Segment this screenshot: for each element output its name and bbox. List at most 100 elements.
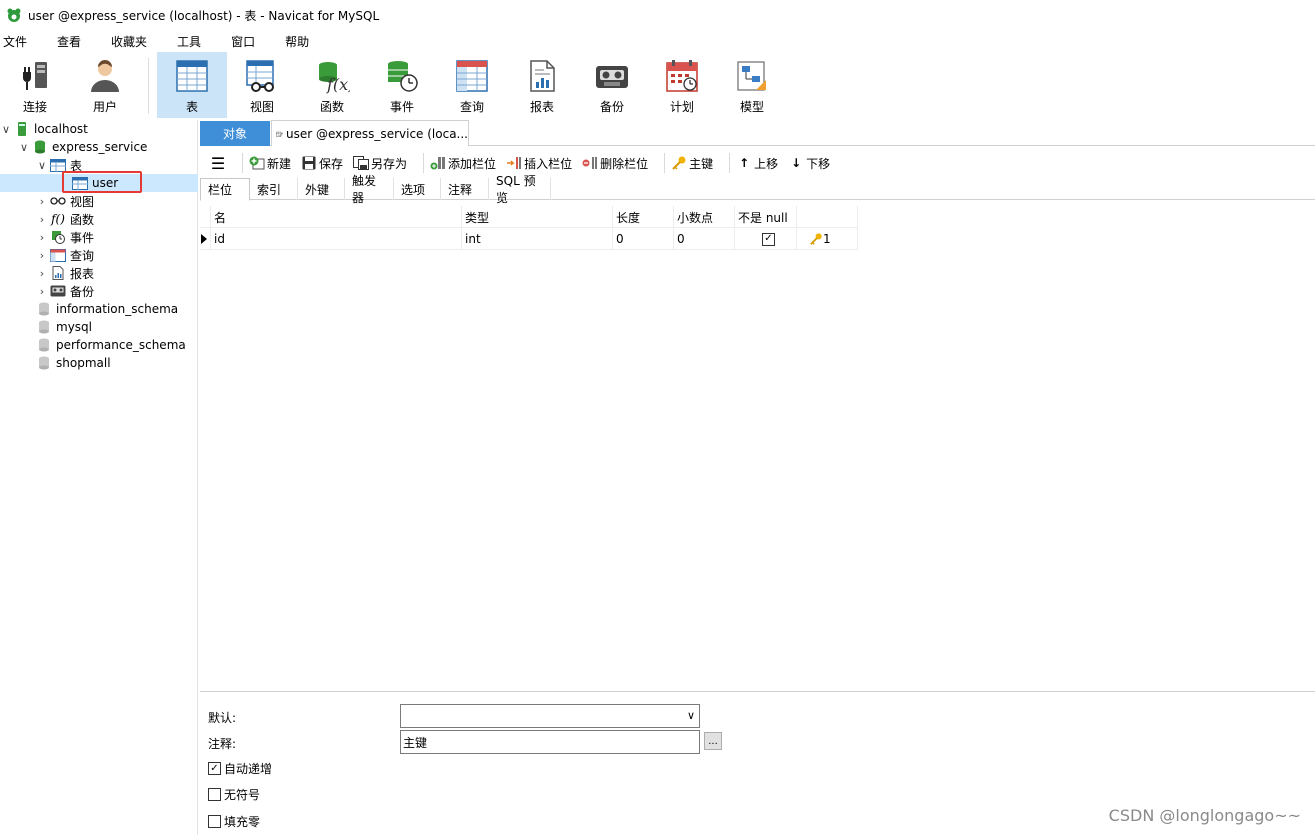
tree-item-mysql[interactable]: mysql: [0, 318, 198, 336]
backup-icon: [596, 66, 628, 88]
header-key[interactable]: [797, 206, 858, 228]
arrow-down-icon: ↓: [791, 156, 802, 170]
table-button[interactable]: 表: [157, 52, 227, 118]
tree-label-views: 视图: [70, 194, 95, 209]
header-type[interactable]: 类型: [462, 206, 613, 228]
highlight-box: [62, 171, 142, 193]
tree-item-information-schema[interactable]: information_schema: [0, 300, 198, 318]
chevron-down-icon[interactable]: ∨: [36, 159, 48, 172]
grid-header-row: 名 类型 长度 小数点 不是 null: [200, 206, 858, 228]
primary-key-button[interactable]: 主键: [671, 155, 713, 172]
event-button[interactable]: 事件: [367, 52, 437, 118]
model-label: 模型: [739, 100, 764, 114]
save-button[interactable]: 保存: [301, 155, 343, 172]
cell-type[interactable]: int: [462, 228, 613, 250]
tab-fields[interactable]: 栏位: [200, 178, 250, 201]
cell-key[interactable]: 1: [797, 228, 858, 250]
chevron-right-icon[interactable]: ›: [36, 285, 48, 298]
save-as-button[interactable]: 另存为: [353, 155, 407, 172]
function-icon: f(): [51, 212, 65, 226]
delete-field-button[interactable]: 删除栏位: [582, 155, 648, 172]
new-button[interactable]: 新建: [249, 155, 291, 172]
header-length[interactable]: 长度: [613, 206, 674, 228]
header-name[interactable]: 名: [211, 206, 462, 228]
menu-file[interactable]: 文件: [0, 33, 39, 50]
cell-not-null[interactable]: ✓: [735, 228, 797, 250]
fields-grid: 名 类型 长度 小数点 不是 null id int 0 0 ✓ 1: [200, 206, 858, 250]
default-select[interactable]: ∨: [400, 704, 700, 728]
tab-options[interactable]: 选项: [394, 178, 441, 200]
unsigned-checkbox[interactable]: [208, 788, 221, 801]
tab-comments[interactable]: 注释: [441, 178, 489, 200]
add-field-button[interactable]: 添加栏位: [430, 155, 496, 172]
menu-tools[interactable]: 工具: [173, 33, 213, 50]
unsigned-option[interactable]: 无符号: [208, 786, 260, 803]
tab-objects[interactable]: 对象: [200, 121, 270, 146]
schedule-button[interactable]: 计划: [647, 52, 717, 118]
chevron-down-icon[interactable]: ∨: [18, 141, 30, 154]
tab-user-design[interactable]: user @express_service (loca...: [271, 120, 469, 146]
chevron-right-icon[interactable]: ›: [36, 267, 48, 280]
not-null-checkbox[interactable]: ✓: [762, 232, 775, 246]
move-up-button[interactable]: ↑ 上移: [736, 155, 778, 172]
header-not-null[interactable]: 不是 null: [735, 206, 797, 228]
comment-input[interactable]: 主键: [400, 730, 700, 754]
key-icon: [810, 233, 822, 245]
model-button[interactable]: 模型: [717, 52, 787, 118]
report-button[interactable]: 报表: [507, 52, 577, 118]
chevron-down-icon[interactable]: ∨: [687, 709, 695, 722]
tree-item-events[interactable]: › 事件: [0, 228, 198, 246]
chevron-right-icon[interactable]: ›: [36, 213, 48, 226]
connect-button[interactable]: 连接: [0, 52, 70, 118]
menu-window[interactable]: 窗口: [227, 33, 267, 50]
header-decimals[interactable]: 小数点: [674, 206, 735, 228]
row-pointer-icon: [200, 228, 211, 250]
backup-button[interactable]: 备份: [577, 52, 647, 118]
hamburger-menu-icon[interactable]: ☰: [200, 154, 236, 173]
menu-bar: 文件 查看 收藏夹 工具 窗口 帮助: [0, 30, 1315, 52]
tab-foreign-keys[interactable]: 外键: [298, 178, 345, 200]
insert-field-button[interactable]: 插入栏位: [506, 155, 572, 172]
chevron-right-icon[interactable]: ›: [36, 195, 48, 208]
tree-item-backups[interactable]: › 备份: [0, 282, 198, 300]
chevron-right-icon[interactable]: ›: [36, 231, 48, 244]
tree-item-express-service[interactable]: ∨ express_service: [0, 138, 198, 156]
new-label: 新建: [267, 156, 292, 171]
tree-label-functions: 函数: [70, 212, 95, 227]
zerofill-checkbox[interactable]: [208, 815, 221, 828]
tree-item-queries[interactable]: › 查询: [0, 246, 198, 264]
menu-favorites[interactable]: 收藏夹: [107, 33, 159, 50]
chevron-down-icon[interactable]: ∨: [0, 123, 12, 136]
tree-item-views[interactable]: › 视图: [0, 192, 198, 210]
tree-item-reports[interactable]: › 报表: [0, 264, 198, 282]
insert-field-label: 插入栏位: [524, 156, 573, 171]
tree-item-localhost[interactable]: ∨ localhost: [0, 120, 198, 138]
cell-length[interactable]: 0: [613, 228, 674, 250]
tab-indexes[interactable]: 索引: [250, 178, 298, 200]
menu-view[interactable]: 查看: [53, 33, 93, 50]
view-button[interactable]: 视图: [227, 52, 297, 118]
tab-triggers[interactable]: 触发器: [345, 174, 394, 205]
tree-item-functions[interactable]: › f() 函数: [0, 210, 198, 228]
auto-increment-option[interactable]: ✓ 自动递增: [208, 760, 272, 777]
window-title: user @express_service (localhost) - 表 - …: [28, 8, 380, 23]
cell-decimals[interactable]: 0: [674, 228, 735, 250]
tree-item-shopmall[interactable]: shopmall: [0, 354, 198, 372]
query-button[interactable]: 查询: [437, 52, 507, 118]
tree-label-shopmall: shopmall: [56, 356, 111, 370]
function-button[interactable]: f(x) 函数: [297, 52, 367, 118]
user-button[interactable]: 用户: [70, 52, 140, 118]
table-row[interactable]: id int 0 0 ✓ 1: [200, 228, 858, 250]
comment-label: 注释:: [208, 737, 237, 751]
tab-sql-preview[interactable]: SQL 预览: [489, 174, 551, 205]
tree-item-performance-schema[interactable]: performance_schema: [0, 336, 198, 354]
zerofill-option[interactable]: 填充零: [208, 813, 260, 830]
toolbar-divider: [664, 153, 666, 173]
backup-icon: [50, 284, 66, 298]
chevron-right-icon[interactable]: ›: [36, 249, 48, 262]
menu-help[interactable]: 帮助: [281, 33, 321, 50]
cell-name[interactable]: id: [211, 228, 462, 250]
comment-ellipsis-button[interactable]: ...: [704, 732, 722, 750]
move-down-button[interactable]: ↓ 下移: [788, 155, 830, 172]
auto-increment-checkbox[interactable]: ✓: [208, 762, 221, 775]
